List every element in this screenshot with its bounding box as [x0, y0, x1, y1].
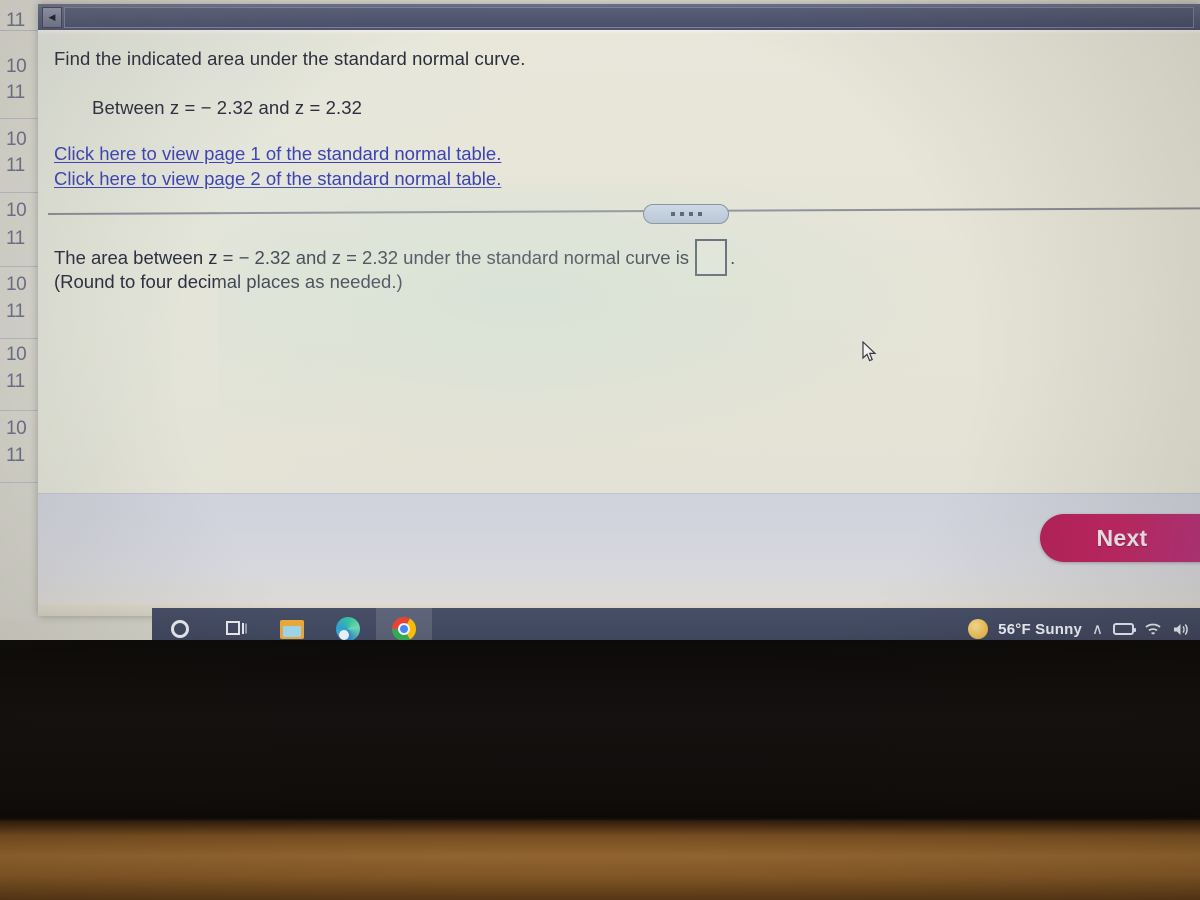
dot-icon	[679, 212, 684, 216]
section-divider	[47, 207, 1200, 215]
background-number: 11	[6, 371, 25, 392]
background-number: 11	[6, 82, 25, 103]
background-number: 10	[6, 344, 27, 365]
battery-icon[interactable]	[1113, 623, 1136, 635]
window-bottom-panel: Next	[38, 493, 1200, 616]
question-prompt: Find the indicated area under the standa…	[54, 48, 526, 69]
question-condition: Between z = − 2.32 and z = 2.32	[92, 97, 363, 118]
dot-icon	[670, 212, 675, 216]
normal-table-page1-link[interactable]: Click here to view page 1 of the standar…	[54, 143, 501, 165]
chrome-icon	[392, 617, 416, 641]
titlebar-inner	[64, 7, 1194, 28]
background-number: 10	[6, 129, 27, 150]
background-number: 10	[6, 56, 27, 77]
background-number: 11	[6, 155, 25, 176]
desk-surface	[0, 820, 1200, 900]
background-number: 10	[6, 200, 27, 221]
monitor-bezel	[0, 640, 1200, 845]
folder-icon	[280, 619, 304, 639]
background-number: 10	[6, 418, 27, 439]
show-hidden-icons-chevron-icon[interactable]: ∧	[1092, 622, 1103, 637]
question-content-area: Find the indicated area under the standa…	[38, 35, 1200, 493]
mouse-cursor-icon	[862, 341, 877, 362]
cortana-circle-icon	[171, 620, 189, 638]
wifi-icon[interactable]	[1144, 622, 1162, 637]
volume-icon[interactable]	[1172, 622, 1190, 637]
task-view-icon	[226, 621, 246, 637]
answer-input[interactable]	[695, 239, 728, 276]
background-number: 11	[6, 10, 25, 31]
sun-icon	[968, 619, 989, 639]
dot-icon	[688, 212, 693, 216]
background-number: 10	[6, 274, 27, 295]
normal-table-page2-link[interactable]: Click here to view page 2 of the standar…	[54, 168, 501, 190]
next-button[interactable]: Next	[1040, 514, 1200, 562]
dot-icon	[697, 212, 702, 216]
background-number: 11	[6, 301, 25, 322]
homework-window: ◀ Find the indicated area under the stan…	[38, 4, 1200, 616]
window-titlebar: ◀	[38, 4, 1200, 31]
divider-collapse-control[interactable]	[643, 204, 729, 224]
photo-scene: 11 10 11 10 11 10 11 10 11 10 11 10 11 ◀…	[0, 0, 1200, 900]
background-number: 11	[6, 445, 25, 466]
background-number: 11	[6, 228, 25, 249]
answer-period: .	[730, 246, 736, 268]
answer-statement-text: The area between z = − 2.32 and z = 2.32…	[54, 246, 690, 268]
next-button-label: Next	[1096, 524, 1148, 551]
rounding-instruction: (Round to four decimal places as needed.…	[54, 271, 403, 292]
background-document-strip: 11 10 11 10 11 10 11 10 11 10 11 10 11	[0, 0, 42, 620]
left-arrow-icon[interactable]: ◀	[42, 7, 62, 28]
weather-status[interactable]: 56°F Sunny	[998, 621, 1082, 638]
edge-icon	[336, 617, 360, 641]
